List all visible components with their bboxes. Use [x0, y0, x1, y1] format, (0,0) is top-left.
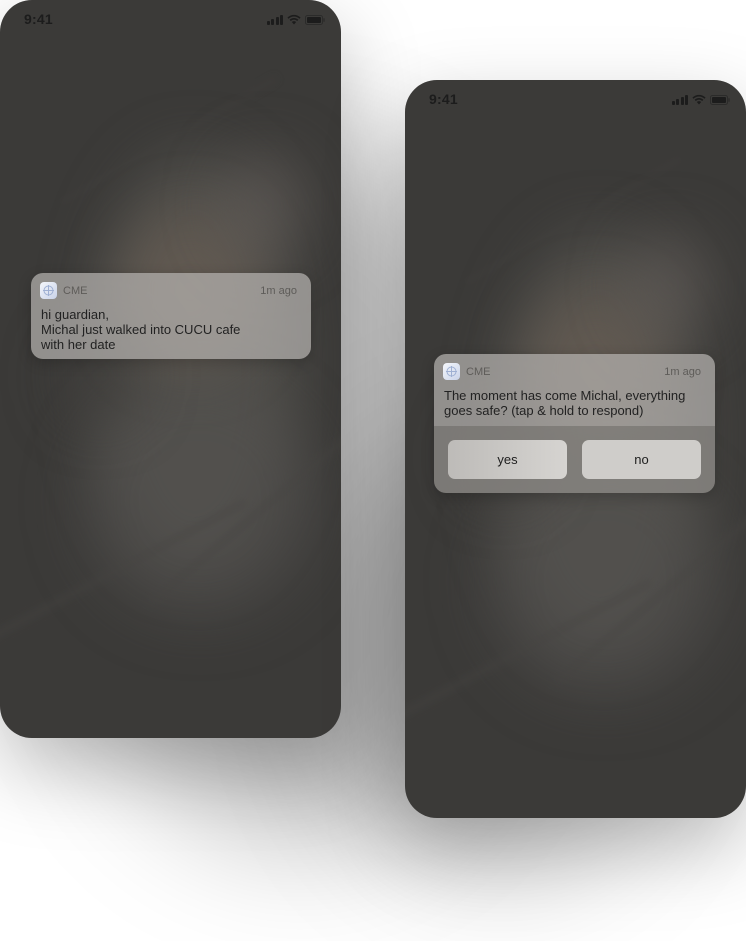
notification-time: 1m ago: [260, 285, 297, 297]
notification-app-name: CME: [466, 366, 491, 378]
status-time: 9:41: [429, 91, 458, 107]
notification-text-line: with her date: [41, 337, 116, 352]
notification-body: The moment has come Michal, everything g…: [444, 388, 705, 418]
no-button[interactable]: no: [582, 440, 701, 479]
wifi-icon: [692, 94, 706, 105]
signal-icon: [671, 95, 688, 105]
notification-card[interactable]: CME 1m ago hi guardian, Michal just walk…: [31, 273, 311, 359]
status-icons: [266, 13, 326, 25]
battery-icon: [710, 95, 730, 105]
status-bar: 9:41: [405, 80, 746, 118]
battery-icon: [305, 15, 325, 25]
wifi-icon: [287, 14, 301, 25]
blurred-wallpaper: [0, 0, 341, 738]
notification-actions: yes no: [434, 426, 715, 493]
notification-header: CME 1m ago The moment has come Michal, e…: [434, 354, 715, 426]
phone-screen-right: 9:41 CME 1m ago The moment has come Mich…: [405, 80, 746, 818]
status-bar: 9:41: [0, 0, 341, 38]
yes-button[interactable]: yes: [448, 440, 567, 479]
notification-app-name: CME: [63, 285, 88, 297]
notification-body: hi guardian, Michal just walked into CUC…: [41, 307, 301, 352]
signal-icon: [266, 15, 283, 25]
phone-screen-left: 9:41 CME 1m ago hi guardian, Michal just…: [0, 0, 341, 738]
notification-card-with-actions[interactable]: CME 1m ago The moment has come Michal, e…: [434, 354, 715, 493]
notification-text-line: hi guardian,: [41, 307, 109, 322]
notification-text-line: goes safe? (tap & hold to respond): [444, 403, 644, 418]
status-icons: [671, 93, 731, 105]
notification-time: 1m ago: [664, 366, 701, 378]
app-logo-icon: [40, 282, 57, 299]
status-time: 9:41: [24, 11, 53, 27]
notification-text-line: Michal just walked into CUCU cafe: [41, 322, 241, 337]
app-logo-icon: [443, 363, 460, 380]
notification-text-line: The moment has come Michal, everything: [444, 388, 686, 403]
